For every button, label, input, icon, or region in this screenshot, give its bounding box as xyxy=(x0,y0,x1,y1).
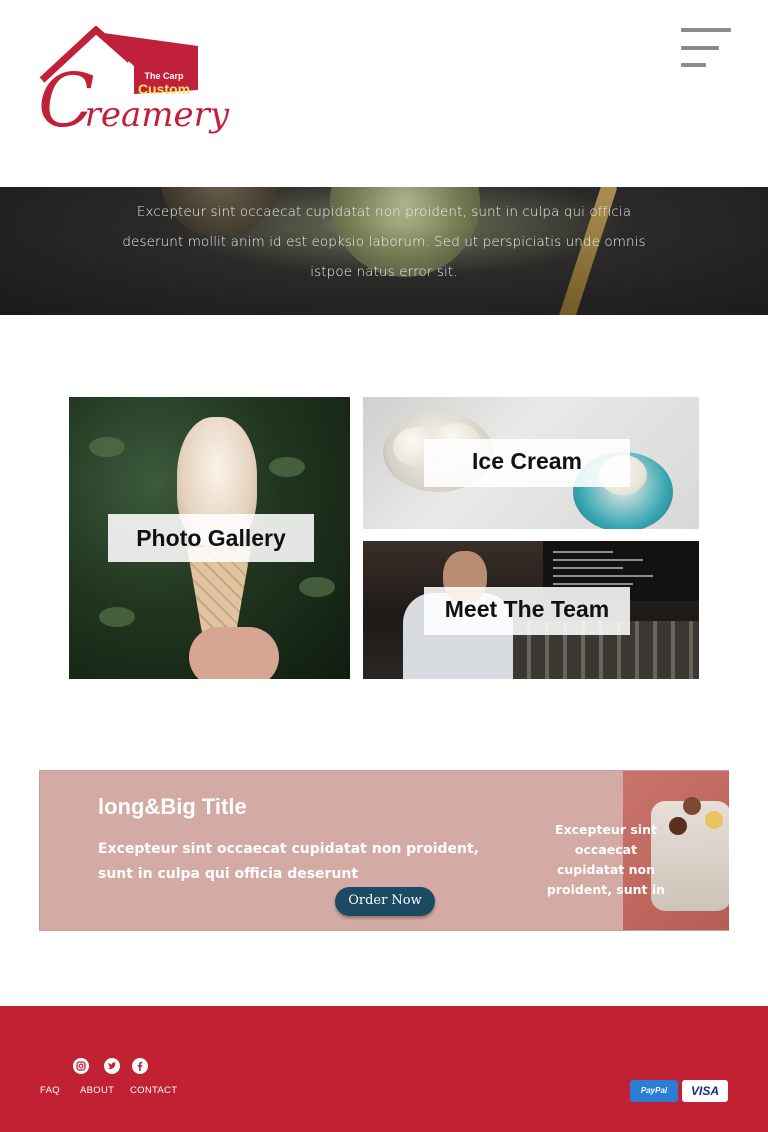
menu-line xyxy=(681,46,719,50)
twitter-icon[interactable] xyxy=(104,1058,120,1074)
leaf-decoration xyxy=(269,457,305,477)
instagram-icon[interactable] xyxy=(73,1058,89,1074)
fruit-image xyxy=(705,811,723,829)
promo-side-text: Excepteur sint occaecat cupidatat non pr… xyxy=(546,822,666,897)
visa-badge: VISA xyxy=(682,1080,728,1102)
meet-the-team-tile[interactable]: Meet The Team xyxy=(363,541,699,679)
promo-title: long&Big Title xyxy=(98,794,247,819)
facebook-icon[interactable] xyxy=(132,1058,148,1074)
menu-line xyxy=(681,28,731,32)
leaf-decoration xyxy=(89,437,125,457)
meet-the-team-label: Meet The Team xyxy=(424,587,630,635)
footer-link-faq[interactable]: FAQ xyxy=(40,1085,60,1096)
logo-script-rest: reamery xyxy=(84,95,230,135)
hero-text: Excepteur sint occaecat cupidatat non pr… xyxy=(122,204,646,280)
footer-link-about[interactable]: ABOUT xyxy=(80,1085,114,1096)
hand-image xyxy=(189,627,279,679)
leaf-decoration xyxy=(299,577,335,597)
site-footer: FAQ ABOUT CONTACT PayPal VISA xyxy=(0,1006,768,1132)
leaf-decoration xyxy=(99,607,135,627)
order-now-button[interactable]: Order Now xyxy=(335,887,435,916)
granola-image xyxy=(683,797,701,815)
promo-banner: long&Big Title Excepteur sint occaecat c… xyxy=(39,770,729,931)
ice-cream-tile[interactable]: Ice Cream xyxy=(363,397,699,529)
ice-cream-label: Ice Cream xyxy=(424,439,630,487)
paypal-badge: PayPal xyxy=(630,1080,678,1102)
footer-link-contact[interactable]: CONTACT xyxy=(130,1085,177,1096)
photo-gallery-tile[interactable]: Photo Gallery xyxy=(69,397,350,679)
site-header: The Carp Custom Creamery xyxy=(0,0,768,187)
paypal-label: PayPal xyxy=(640,1086,668,1095)
logo-script: Creamery xyxy=(38,64,229,138)
hamburger-menu-icon[interactable] xyxy=(681,28,731,68)
photo-gallery-label: Photo Gallery xyxy=(108,514,314,562)
hero-banner: Excepteur sint occaecat cupidatat non pr… xyxy=(0,187,768,315)
creamery-logo[interactable]: The Carp Custom Creamery xyxy=(38,26,229,152)
menu-line xyxy=(681,63,706,67)
visa-label: VISA xyxy=(690,1084,719,1098)
promo-description: Excepteur sint occaecat cupidatat non pr… xyxy=(98,841,480,882)
